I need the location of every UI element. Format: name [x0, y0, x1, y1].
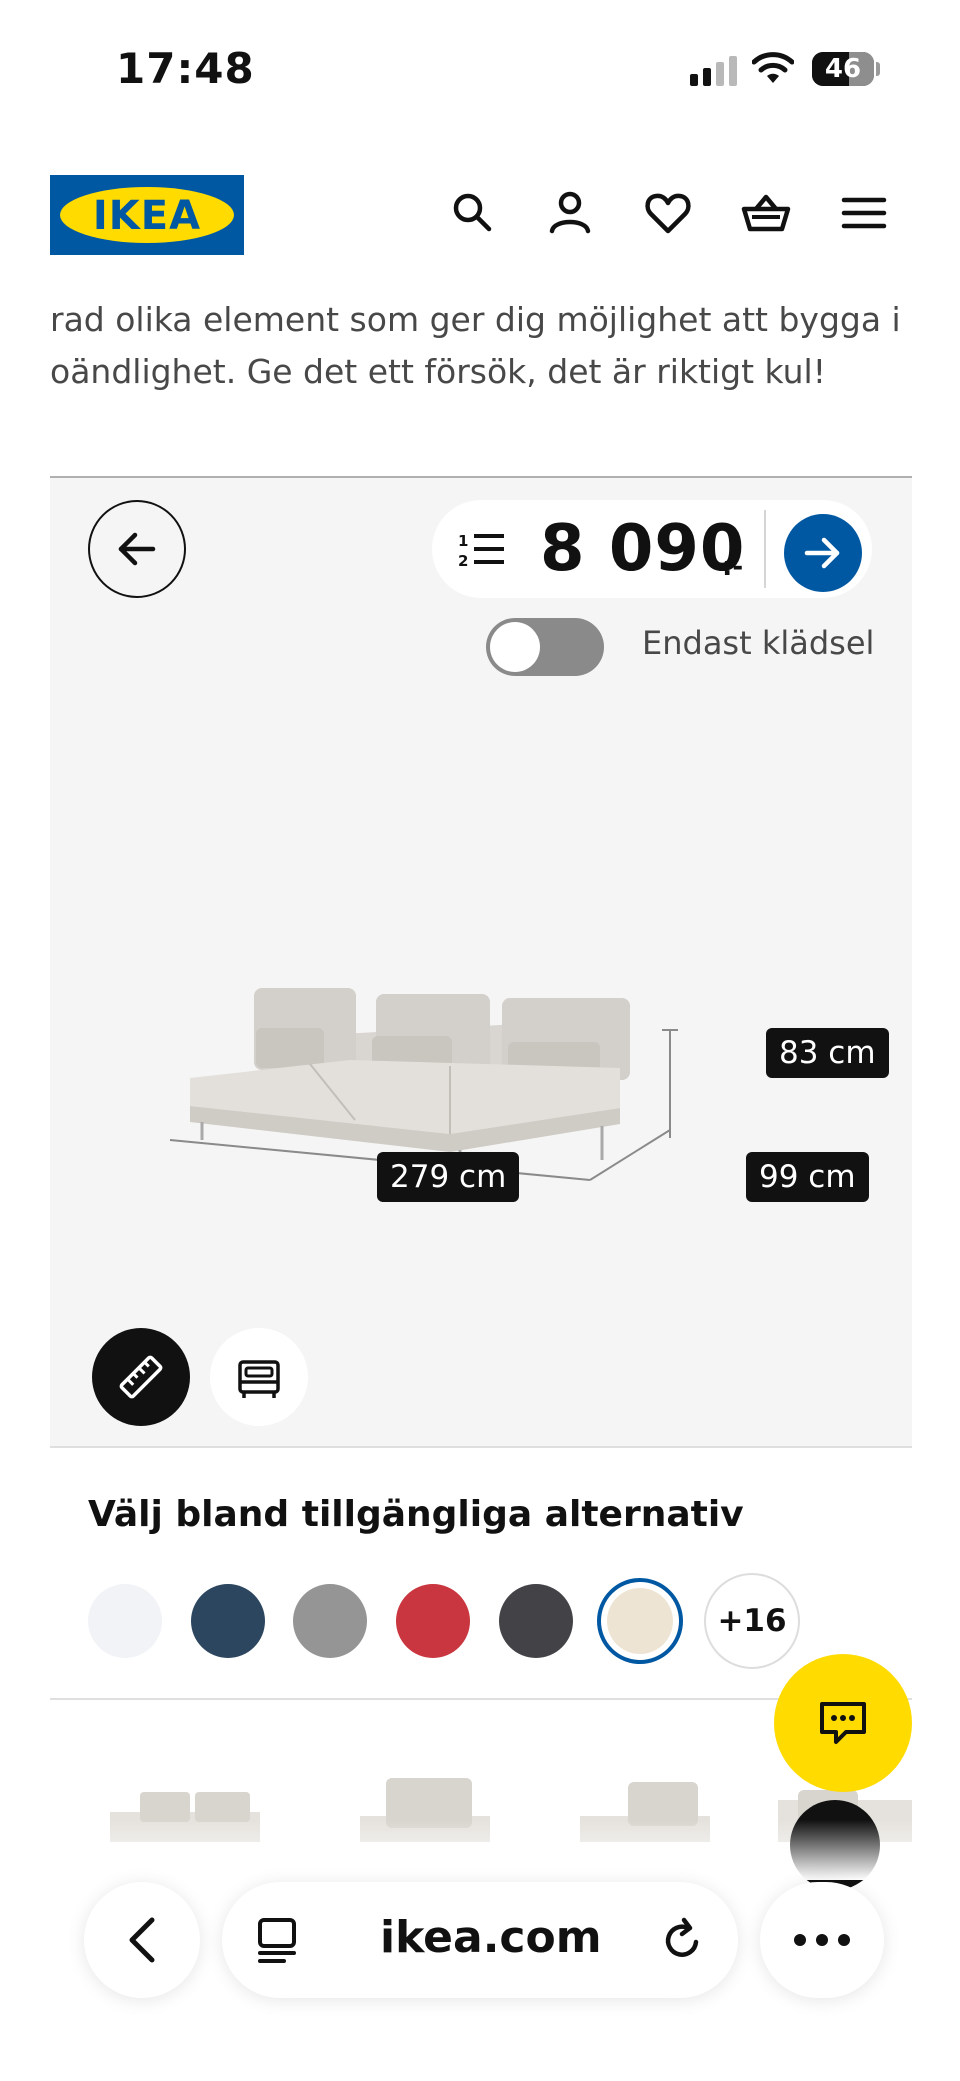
intro-line-2: oändlighet. Ge det ett försök, det är ri… — [50, 352, 826, 391]
options-title: Välj bland tillgängliga alternativ — [88, 1494, 744, 1535]
address-bar[interactable]: ikea.com — [222, 1882, 738, 1998]
battery-tip — [876, 62, 880, 76]
svg-text:1: 1 — [458, 532, 468, 550]
upholstery-only-label: Endast klädsel — [642, 624, 875, 662]
search-icon[interactable] — [446, 187, 498, 239]
color-swatch-dark-grey[interactable] — [499, 1584, 573, 1658]
color-swatch-grey[interactable] — [293, 1584, 367, 1658]
chevron-left-icon — [129, 1917, 155, 1963]
bed-icon — [238, 1360, 280, 1398]
width-dimension-tag: 279 cm — [377, 1152, 520, 1202]
heart-icon[interactable] — [642, 187, 694, 239]
intro-line-1: rad olika element som ger dig möjlighet … — [50, 300, 901, 339]
reader-tabs-icon[interactable] — [254, 1916, 302, 1964]
price-suffix: :- — [722, 552, 744, 582]
price-divider — [764, 510, 766, 588]
chat-button[interactable] — [774, 1654, 912, 1792]
depth-dimension-tag: 99 cm — [746, 1152, 869, 1202]
signal-icon — [690, 56, 738, 86]
arrow-left-icon — [118, 532, 156, 566]
battery-icon: 46 — [812, 52, 874, 86]
account-icon[interactable] — [544, 187, 596, 239]
color-swatch-red[interactable] — [396, 1584, 470, 1658]
upholstery-only-toggle[interactable] — [486, 618, 604, 676]
status-time: 17:48 — [116, 44, 255, 93]
measure-button[interactable] — [92, 1328, 190, 1426]
color-swatch-white[interactable] — [88, 1584, 162, 1658]
intro-text: rad olika element som ger dig möjlighet … — [50, 294, 910, 398]
logo-text: IKEA — [92, 193, 202, 239]
numbered-list-icon: 1 2 — [458, 532, 504, 570]
product-viewer[interactable]: 1 2 8 090 :- Endast klädsel 83 cm 279 cm… — [50, 476, 912, 1448]
ikea-logo[interactable]: IKEA — [50, 175, 244, 255]
back-button[interactable] — [88, 500, 186, 598]
browser-back-button[interactable] — [84, 1882, 200, 1998]
battery-level: 46 — [824, 54, 862, 84]
room-view-button[interactable] — [210, 1328, 308, 1426]
more-colors-button[interactable]: +16 — [704, 1573, 800, 1669]
menu-icon[interactable] — [838, 187, 890, 239]
basket-icon[interactable] — [740, 187, 792, 239]
chat-icon — [820, 1702, 866, 1744]
color-swatch-dark-blue[interactable] — [191, 1584, 265, 1658]
height-dimension-tag: 83 cm — [766, 1028, 889, 1078]
reload-icon[interactable] — [658, 1916, 706, 1964]
ellipsis-icon — [794, 1934, 850, 1946]
arrow-right-icon — [804, 537, 840, 569]
ruler-icon — [119, 1355, 163, 1399]
price-value: 8 090 — [540, 512, 746, 586]
scroll-fade — [0, 1820, 960, 1880]
continue-button[interactable] — [784, 514, 862, 592]
svg-text:2: 2 — [458, 552, 468, 570]
more-options-button[interactable] — [760, 1882, 884, 1998]
color-swatch-beige-selected[interactable] — [597, 1578, 683, 1664]
wifi-icon — [751, 50, 795, 86]
url-text: ikea.com — [380, 1912, 602, 1963]
